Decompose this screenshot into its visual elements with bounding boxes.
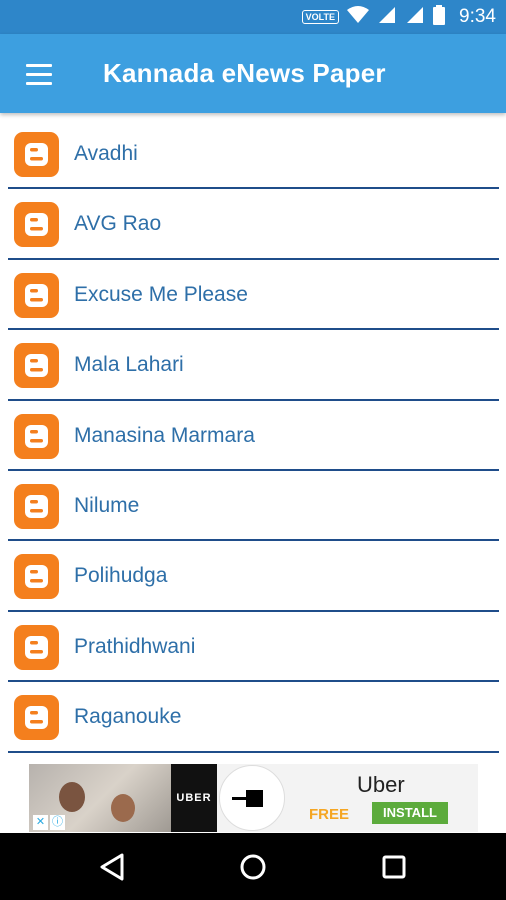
signal-icon <box>377 5 397 30</box>
ad-person-image <box>59 782 85 812</box>
system-nav-bar <box>0 833 506 900</box>
list-item-label: Manasina Marmara <box>74 423 255 447</box>
list-item-label: Avadhi <box>74 142 138 165</box>
list-item[interactable]: Manasina Marmara <box>8 401 499 471</box>
battery-icon <box>433 4 446 30</box>
ad-price: FREE <box>309 806 350 823</box>
close-icon[interactable]: ✕ <box>33 815 48 830</box>
home-icon[interactable] <box>236 850 270 884</box>
blogger-icon <box>14 272 59 318</box>
blogger-icon <box>14 554 59 600</box>
list-item-label: AVG Rao <box>74 212 162 236</box>
ad-banner[interactable]: ✕ ⓘ UBER Uber FREE INSTALL <box>29 764 478 832</box>
back-icon[interactable] <box>96 850 130 884</box>
list-item[interactable]: Excuse Me Please <box>8 260 499 331</box>
ad-choices-badge[interactable]: ✕ ⓘ <box>33 815 65 830</box>
blogger-icon <box>14 624 59 670</box>
app-toolbar: Kannada eNews Paper <box>0 34 506 113</box>
list-item-label: Mala Lahari <box>74 353 184 377</box>
status-bar: VOLTE 9:34 <box>0 0 506 34</box>
status-icons: VOLTE 9:34 <box>301 0 496 34</box>
list-item[interactable]: Mala Lahari <box>8 330 499 401</box>
ad-title: Uber <box>357 772 405 797</box>
volte-badge: VOLTE <box>301 10 340 24</box>
uber-app-icon <box>219 765 285 831</box>
list-item-label: Polihudga <box>74 564 168 588</box>
uber-logo: UBER <box>171 764 217 832</box>
clock: 9:34 <box>459 6 496 27</box>
hamburger-menu-icon[interactable] <box>20 56 58 92</box>
list-item[interactable]: Polihudga <box>8 541 499 612</box>
list-item-label: Prathidhwani <box>74 634 196 658</box>
blogger-icon <box>14 202 59 248</box>
blogger-icon <box>14 483 59 529</box>
list-item[interactable]: AVG Rao <box>8 189 499 260</box>
blogger-icon <box>14 413 59 459</box>
blogger-icon <box>14 132 59 177</box>
blogger-icon <box>14 343 59 389</box>
info-icon[interactable]: ⓘ <box>50 815 65 830</box>
list-item-label: Raganouke <box>74 705 182 729</box>
list-item[interactable]: Nilume <box>8 471 499 542</box>
blog-list: Avadhi AVG Rao Excuse Me Please Mala Lah… <box>8 119 499 753</box>
app-title: Kannada eNews Paper <box>103 58 386 88</box>
wifi-icon <box>347 5 370 29</box>
list-item[interactable]: Prathidhwani <box>8 612 499 683</box>
signal-icon-2 <box>405 5 425 30</box>
blogger-icon <box>14 695 59 741</box>
list-item-label: Excuse Me Please <box>74 282 248 306</box>
list-item[interactable]: Avadhi <box>8 119 499 190</box>
install-button[interactable]: INSTALL <box>372 802 448 824</box>
list-item[interactable]: Raganouke <box>8 682 499 753</box>
list-item-label: Nilume <box>74 493 140 517</box>
recents-icon[interactable] <box>377 850 411 884</box>
ad-person-image <box>111 794 135 822</box>
